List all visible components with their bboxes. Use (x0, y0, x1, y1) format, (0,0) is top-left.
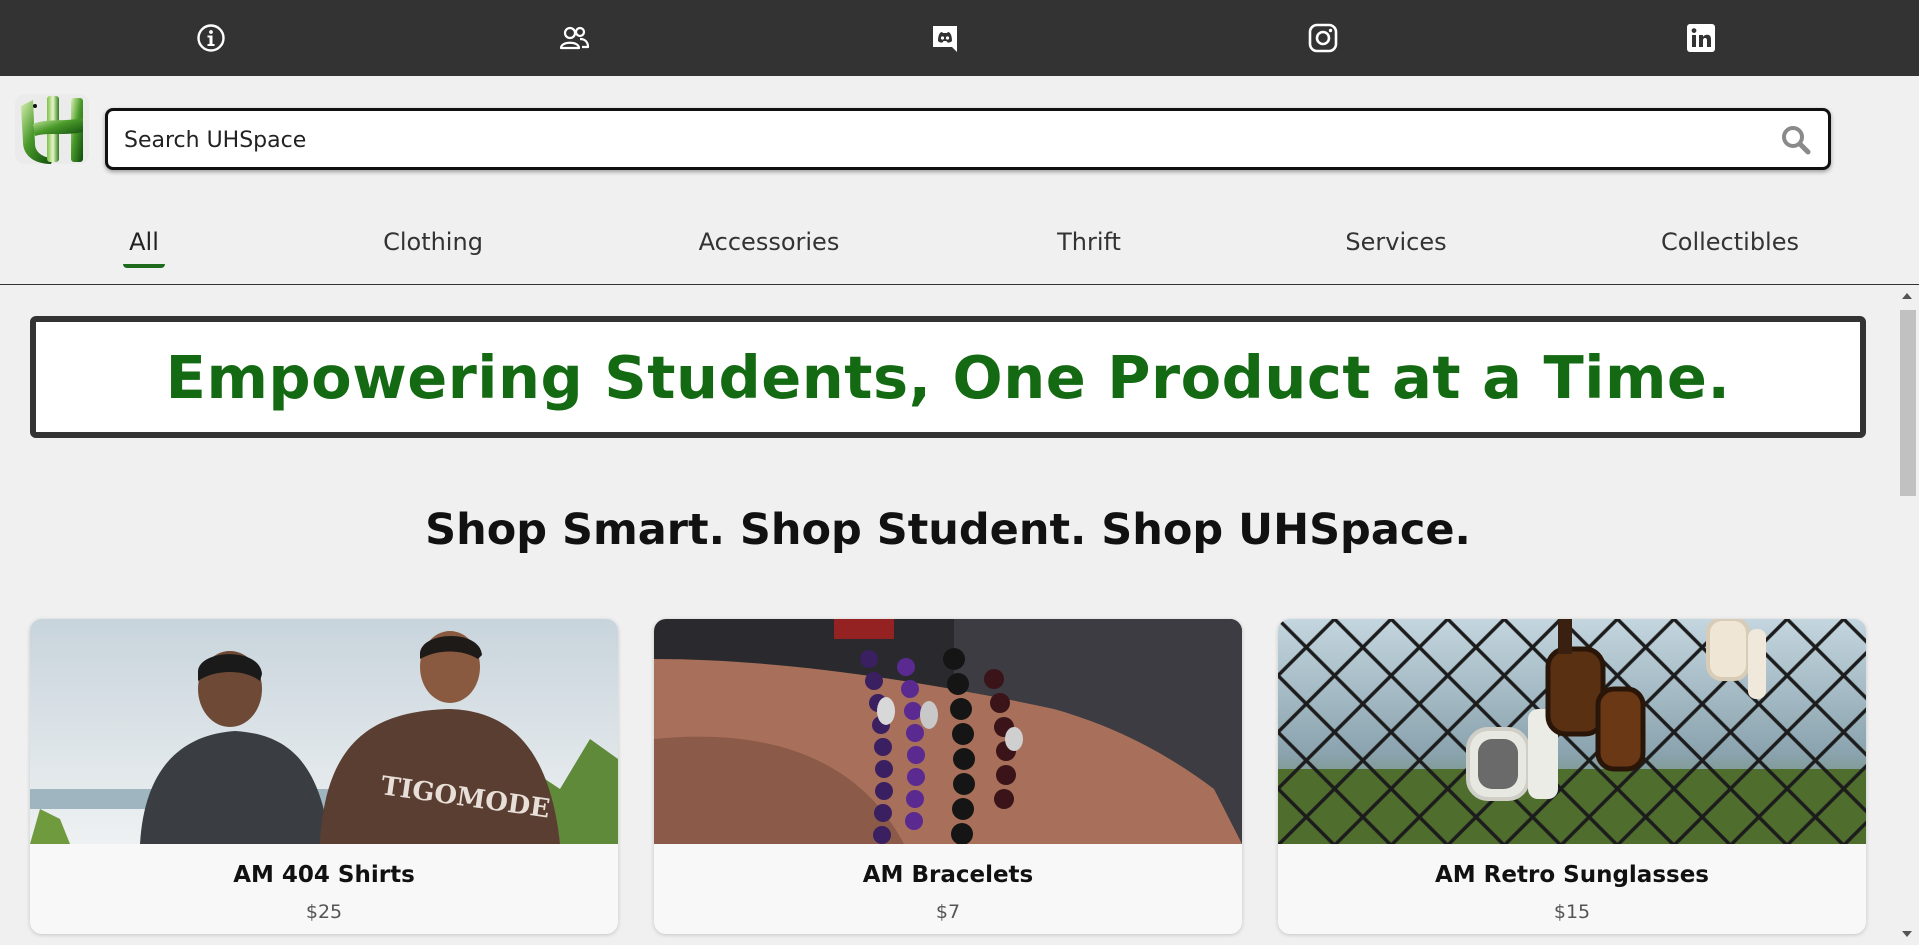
tab-thrift[interactable]: Thrift (1057, 228, 1121, 256)
product-card[interactable]: AM Bracelets $7 (654, 619, 1242, 934)
tagline-heading: Shop Smart. Shop Student. Shop UHSpace. (425, 505, 1471, 555)
product-price: $15 (1553, 901, 1591, 923)
scroll-up-arrow-icon[interactable] (1902, 293, 1912, 299)
search-icon[interactable] (1780, 124, 1812, 156)
tab-all[interactable]: All (129, 228, 159, 256)
product-price: $25 (305, 901, 343, 923)
product-title: AM Bracelets (862, 862, 1034, 888)
banner-text: Empowering Students, One Product at a Ti… (165, 342, 1731, 412)
product-title: AM 404 Shirts (233, 862, 415, 888)
tab-services[interactable]: Services (1345, 228, 1446, 256)
discord-icon[interactable] (926, 19, 964, 57)
product-card[interactable]: AM Retro Sunglasses $15 (1278, 619, 1866, 934)
product-image (654, 619, 1242, 845)
search-input[interactable] (122, 111, 1746, 169)
scroll-down-arrow-icon[interactable] (1902, 931, 1912, 937)
product-title: AM Retro Sunglasses (1434, 862, 1709, 888)
hero-banner: Empowering Students, One Product at a Ti… (30, 316, 1866, 438)
product-image (1278, 619, 1866, 844)
scrollbar[interactable] (1896, 285, 1919, 945)
info-icon[interactable] (192, 19, 230, 57)
scrollbar-thumb[interactable] (1900, 310, 1916, 496)
uhspace-logo[interactable] (13, 92, 91, 166)
active-tab-indicator (123, 264, 165, 268)
tab-accessories[interactable]: Accessories (699, 228, 840, 256)
social-bar (0, 0, 1919, 76)
product-image: TIGOMODE (30, 619, 618, 844)
search-bar (105, 108, 1831, 170)
users-icon[interactable] (555, 19, 593, 57)
category-nav: All Clothing Accessories Thrift Services… (0, 222, 1919, 285)
tab-collectibles[interactable]: Collectibles (1661, 228, 1799, 256)
linkedin-icon[interactable] (1682, 19, 1720, 57)
product-card[interactable]: TIGOMODE AM 404 Shirts $25 (30, 619, 618, 934)
tab-clothing[interactable]: Clothing (383, 228, 483, 256)
instagram-icon[interactable] (1304, 19, 1342, 57)
product-price: $7 (935, 901, 961, 923)
